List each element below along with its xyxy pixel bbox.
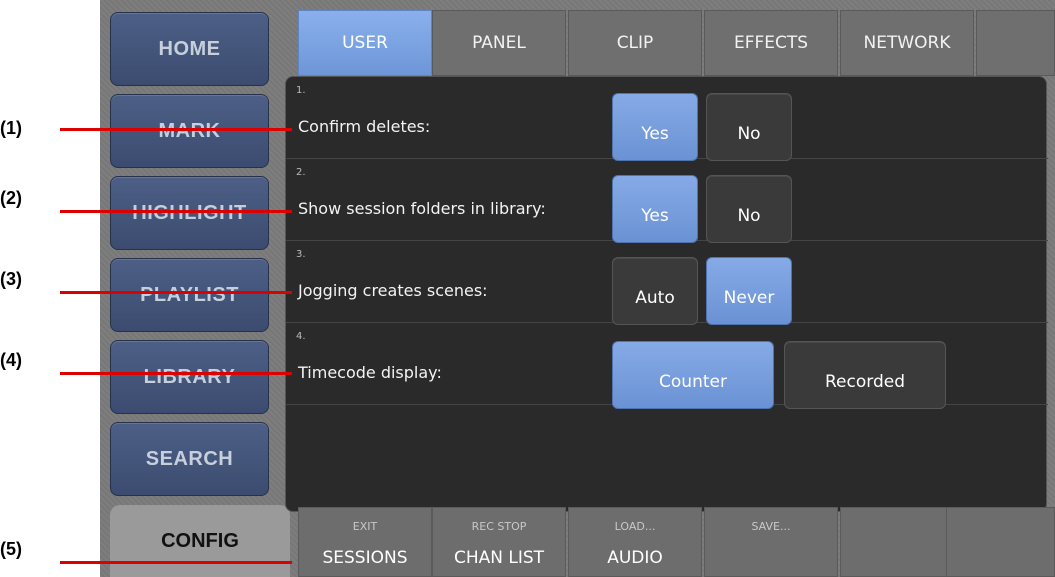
nav-search-button[interactable]: SEARCH xyxy=(110,422,269,496)
callout-line-3 xyxy=(60,291,292,294)
tab-clip[interactable]: CLIP xyxy=(568,10,702,76)
settings-panel: 1. Confirm deletes: Yes No 2. Show sessi… xyxy=(285,76,1048,512)
chan-list-button[interactable]: REC STOP CHAN LIST xyxy=(432,507,566,577)
jogging-auto-button[interactable]: Auto xyxy=(612,257,698,325)
audio-label: AUDIO xyxy=(607,548,663,568)
nav-library-button[interactable]: LIBRARY xyxy=(110,340,269,414)
callout-line-2 xyxy=(60,210,292,213)
setting-label: Confirm deletes: xyxy=(298,117,431,136)
nav-highlight-button[interactable]: HIGHLIGHT xyxy=(110,176,269,250)
callout-3: (3) xyxy=(0,269,22,289)
callout-line-1 xyxy=(60,128,292,131)
tab-network[interactable]: NETWORK xyxy=(840,10,974,76)
callout-line-5 xyxy=(60,561,292,564)
audio-sublabel: LOAD... xyxy=(614,520,656,533)
setting-label: Jogging creates scenes: xyxy=(298,281,488,300)
setting-row-session-folders: 2. Show session folders in library: Yes … xyxy=(286,159,1048,243)
nav-playlist-button[interactable]: PLAYLIST xyxy=(110,258,269,332)
empty-function-button[interactable] xyxy=(946,507,1055,577)
device-screen: HOME MARK HIGHLIGHT PLAYLIST LIBRARY SEA… xyxy=(100,0,1055,577)
chan-list-label: CHAN LIST xyxy=(453,548,545,568)
sessions-label: SESSIONS xyxy=(322,548,408,568)
session-folders-no-button[interactable]: No xyxy=(706,175,792,243)
sessions-button[interactable]: EXIT SESSIONS xyxy=(298,507,432,577)
confirm-deletes-no-button[interactable]: No xyxy=(706,93,792,161)
save-sublabel: SAVE... xyxy=(751,520,791,533)
callout-4: (4) xyxy=(0,350,22,370)
tab-user[interactable]: USER xyxy=(298,10,432,76)
sessions-sublabel: EXIT xyxy=(352,520,378,533)
setting-label: Timecode display: xyxy=(298,363,442,382)
setting-row-jogging: 3. Jogging creates scenes: Auto Never xyxy=(286,241,1048,325)
session-folders-yes-button[interactable]: Yes xyxy=(612,175,698,243)
tab-panel[interactable]: PANEL xyxy=(432,10,566,76)
tab-effects[interactable]: EFFECTS xyxy=(704,10,838,76)
nav-config-tab[interactable]: CONFIG xyxy=(110,505,290,577)
setting-label: Show session folders in library: xyxy=(298,199,546,218)
callout-5: (5) xyxy=(0,539,22,559)
setting-number: 1. xyxy=(296,85,306,96)
save-button[interactable]: SAVE... xyxy=(704,507,838,577)
jogging-never-button[interactable]: Never xyxy=(706,257,792,325)
callout-2: (2) xyxy=(0,188,22,208)
setting-number: 2. xyxy=(296,167,306,178)
callout-line-4 xyxy=(60,372,292,375)
tab-empty xyxy=(976,10,1055,76)
callout-1: (1) xyxy=(0,118,22,138)
timecode-counter-button[interactable]: Counter xyxy=(612,341,774,409)
setting-row-timecode: 4. Timecode display: Counter Recorded xyxy=(286,323,1048,409)
timecode-recorded-button[interactable]: Recorded xyxy=(784,341,946,409)
chan-list-sublabel: REC STOP xyxy=(471,520,527,533)
audio-button[interactable]: LOAD... AUDIO xyxy=(568,507,702,577)
nav-home-button[interactable]: HOME xyxy=(110,12,269,86)
confirm-deletes-yes-button[interactable]: Yes xyxy=(612,93,698,161)
setting-number: 3. xyxy=(296,249,306,260)
setting-row-confirm-deletes: 1. Confirm deletes: Yes No xyxy=(286,77,1048,161)
nav-mark-button[interactable]: MARK xyxy=(110,94,269,168)
setting-number: 4. xyxy=(296,331,306,342)
